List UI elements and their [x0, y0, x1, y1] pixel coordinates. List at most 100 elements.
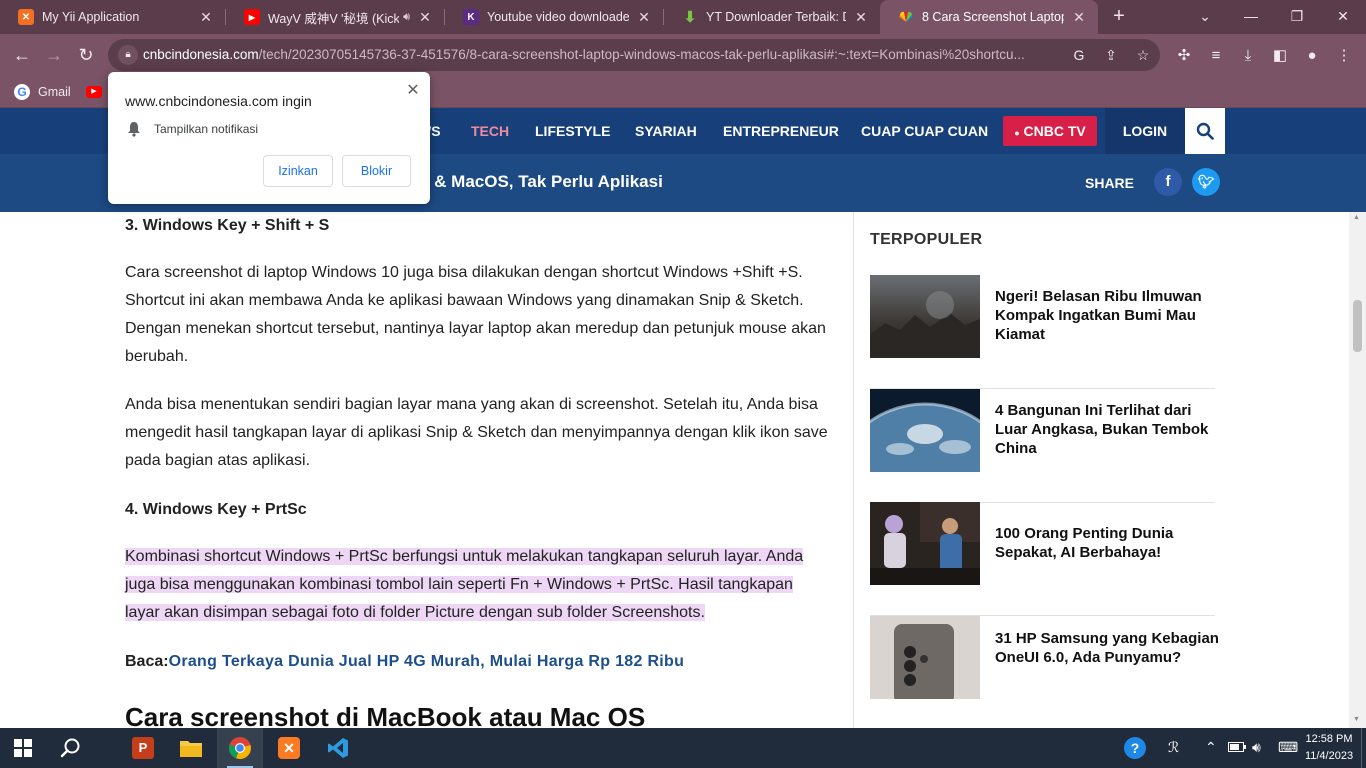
download-arrow-icon: ⬇ — [683, 9, 697, 26]
taskbar-chrome[interactable] — [217, 728, 263, 768]
extensions-puzzle-icon[interactable]: ✣ — [1173, 45, 1195, 67]
search-icon — [1196, 122, 1214, 140]
taskbar-file-explorer[interactable] — [168, 728, 214, 768]
taskbar-xampp[interactable]: ✕ — [266, 728, 312, 768]
new-tab-button[interactable]: + — [1108, 6, 1130, 28]
volume-icon[interactable]: 🔊︎ — [1252, 739, 1261, 756]
cnbc-icon — [898, 9, 914, 25]
scroll-down-arrow-icon[interactable]: ▼ — [1353, 716, 1360, 723]
bell-icon — [127, 121, 141, 137]
related-article-link[interactable]: Orang Terkaya Dunia Jual HP 4G Murah, Mu… — [169, 653, 685, 670]
taskbar-search-button[interactable] — [48, 728, 94, 768]
popular-thumbnail-earth[interactable] — [870, 389, 980, 472]
search-icon — [60, 738, 80, 758]
popular-item[interactable]: 100 Orang Penting Dunia Sepakat, AI Berb… — [870, 502, 1215, 616]
media-control-icon[interactable]: ≡ — [1205, 45, 1227, 67]
youtube-icon: ▶ — [244, 9, 260, 25]
baca-label: Baca: — [125, 653, 169, 670]
show-desktop-button[interactable] — [1361, 728, 1366, 768]
paragraph-snip-sketch: Cara screenshot di laptop Windows 10 jug… — [125, 264, 826, 365]
taskbar-vscode[interactable] — [315, 728, 361, 768]
nav-lifestyle[interactable]: LIFESTYLE — [535, 123, 610, 139]
xampp-icon: ✕ — [278, 737, 300, 759]
close-tab-icon[interactable]: ✕ — [1070, 9, 1088, 26]
facebook-icon[interactable]: f — [1154, 168, 1182, 196]
live-dot-icon: ● — [1014, 128, 1020, 138]
scroll-up-arrow-icon[interactable]: ▲ — [1353, 214, 1360, 221]
bookmark-label: Gmail — [38, 85, 71, 99]
taskbar-powerpoint[interactable]: P — [120, 728, 166, 768]
tab-search-chevron-icon[interactable]: ⌄ — [1182, 4, 1228, 30]
menu-kebab-icon[interactable]: ⋮ — [1333, 45, 1355, 67]
nav-tech[interactable]: TECH — [471, 123, 509, 139]
block-button[interactable]: Blokir — [342, 155, 411, 187]
share-icon[interactable]: ⇪ — [1102, 46, 1120, 64]
back-arrow-icon[interactable]: ← — [10, 44, 34, 68]
popular-thumbnail-apocalypse[interactable] — [870, 275, 980, 358]
tab-title: YT Downloader Terbaik: Dow — [706, 10, 846, 24]
help-icon[interactable]: ? — [1124, 737, 1146, 759]
cnbc-tv-button[interactable]: ● CNBC TV — [1003, 116, 1097, 146]
popular-item[interactable]: 31 HP Samsung yang Kebagian OneUI 6.0, A… — [870, 616, 1219, 728]
forward-arrow-icon[interactable]: → — [42, 44, 66, 68]
battery-icon[interactable] — [1228, 739, 1246, 755]
tab-8-cara-screenshot[interactable]: 8 Cara Screenshot Laptop W ✕ — [880, 0, 1098, 34]
url-text[interactable]: cnbcindonesia.com/tech/20230705145736-37… — [143, 47, 1063, 62]
people-icon[interactable]: ℛ — [1168, 739, 1179, 756]
keyboard-language-icon[interactable]: ⌨︎ — [1278, 739, 1298, 756]
nav-entrepreneur[interactable]: ENTREPRENEUR — [723, 123, 839, 139]
permission-text: Tampilkan notifikasi — [154, 122, 259, 136]
minimize-icon[interactable]: — — [1228, 4, 1274, 30]
login-button[interactable]: LOGIN — [1105, 108, 1185, 154]
popup-close-icon[interactable]: ✕ — [404, 80, 422, 100]
tab-my-yii-application[interactable]: ✕ My Yii Application ✕ — [0, 0, 225, 34]
allow-button[interactable]: Izinkan — [263, 155, 333, 187]
bookmark-star-icon[interactable]: ☆ — [1134, 46, 1152, 64]
popular-thumbnail-samsung[interactable] — [870, 616, 980, 699]
close-tab-icon[interactable]: ✕ — [635, 9, 653, 26]
tray-chevron-up-icon[interactable]: ⌃ — [1205, 739, 1217, 756]
popular-item[interactable]: 4 Bangunan Ini Terlihat dari Luar Angkas… — [870, 389, 1215, 503]
popular-item-title[interactable]: 4 Bangunan Ini Terlihat dari Luar Angkas… — [995, 401, 1220, 458]
tab-wayv-video[interactable]: ▶ WayV 威神V '秘境 (Kick 🔊︎ ✕ — [226, 0, 444, 34]
close-tab-icon[interactable]: ✕ — [416, 9, 434, 26]
tab-yt-downloader-terbaik[interactable]: ⬇ YT Downloader Terbaik: Dow ✕ — [664, 0, 880, 34]
popular-item-title[interactable]: 31 HP Samsung yang Kebagian OneUI 6.0, A… — [995, 629, 1220, 667]
close-tab-icon[interactable]: ✕ — [852, 9, 870, 26]
tab-title: My Yii Application — [42, 10, 140, 24]
google-translate-icon[interactable]: G — [1070, 46, 1088, 64]
google-g-icon: G — [14, 84, 30, 100]
system-clock[interactable]: 12:58 PM 11/4/2023 — [1300, 731, 1358, 765]
popular-thumbnail-robots[interactable] — [870, 502, 980, 585]
start-button[interactable] — [0, 728, 46, 768]
cnbc-tv-label: CNBC TV — [1023, 123, 1086, 139]
address-bar[interactable]: 🔒︎ cnbcindonesia.com/tech/20230705145736… — [108, 39, 1160, 71]
kv-icon: K — [463, 9, 479, 25]
profile-avatar-icon[interactable]: ● — [1301, 45, 1323, 67]
subheading-windows-prtsc: 4. Windows Key + PrtSc — [125, 501, 307, 518]
bookmark-youtube[interactable]: ▶ — [86, 82, 102, 102]
article-body: 3. Windows Key + Shift + S Cara screensh… — [0, 212, 853, 728]
side-panel-icon[interactable]: ◧ — [1269, 45, 1291, 67]
downloads-icon[interactable]: ⤓ — [1237, 45, 1259, 67]
popular-item-title[interactable]: 100 Orang Penting Dunia Sepakat, AI Berb… — [995, 524, 1220, 562]
clock-time: 12:58 PM — [1305, 733, 1353, 745]
popular-item-title[interactable]: Ngeri! Belasan Ribu Ilmuwan Kompak Ingat… — [995, 287, 1220, 344]
lock-icon[interactable]: 🔒︎ — [118, 45, 138, 65]
tab-youtube-video-downloader[interactable]: K Youtube video downloader o ✕ — [445, 0, 663, 34]
windows-logo-icon — [14, 739, 32, 757]
close-window-icon[interactable]: ✕ — [1320, 4, 1366, 30]
nav-cuap-cuap-cuan[interactable]: CUAP CUAP CUAN — [861, 123, 988, 139]
twitter-icon[interactable]: 🐦︎ — [1192, 168, 1220, 196]
bookmark-gmail[interactable]: G Gmail — [14, 82, 71, 102]
reload-icon[interactable]: ↻ — [74, 44, 98, 68]
site-search-button[interactable] — [1185, 108, 1225, 154]
scrollbar-thumb[interactable] — [1353, 300, 1362, 352]
speaker-icon[interactable]: 🔊︎ — [403, 11, 410, 24]
restore-icon[interactable]: ❐ — [1274, 4, 1320, 30]
popular-item[interactable]: Ngeri! Belasan Ribu Ilmuwan Kompak Ingat… — [870, 275, 1215, 389]
nav-syariah[interactable]: SYARIAH — [635, 123, 697, 139]
page-scrollbar[interactable]: ▲ ▼ — [1349, 212, 1366, 728]
close-tab-icon[interactable]: ✕ — [197, 9, 215, 26]
paragraph-highlighted: Kombinasi shortcut Windows + PrtSc berfu… — [125, 543, 830, 627]
